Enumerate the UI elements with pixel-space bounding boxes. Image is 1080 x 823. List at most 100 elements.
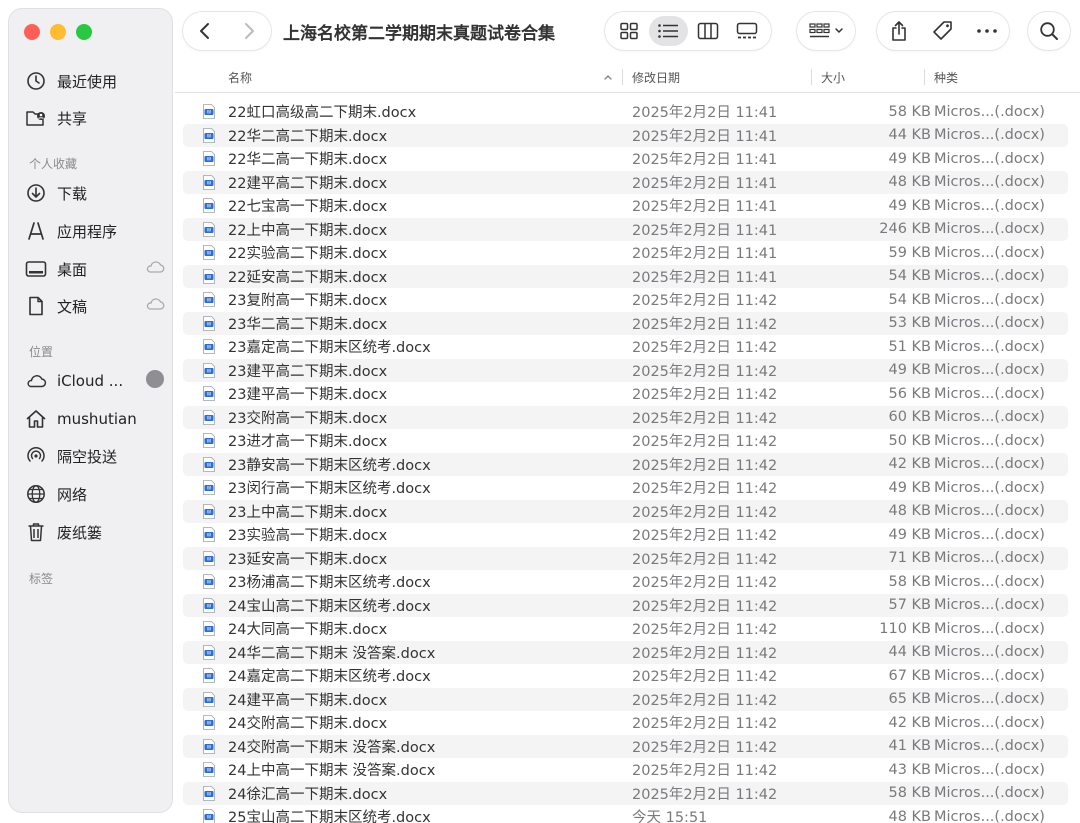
file-row[interactable]: W 24上中高一下期末 没答案.docx 2025年2月2日 11:42 43 KB M…: [183, 758, 1068, 782]
file-row[interactable]: W 22虹口高级高二下期末.docx 2025年2月2日 11:41 58 KB Mic…: [183, 100, 1068, 124]
svg-text:W: W: [207, 180, 212, 186]
file-row[interactable]: W 22建平高二下期末.docx 2025年2月2日 11:41 48 KB Micro…: [183, 170, 1068, 194]
file-name: 24交附高一下期末 没答案.docx: [228, 739, 436, 756]
sidebar-item-desktop[interactable]: 桌面: [25, 255, 165, 283]
file-row[interactable]: W 23建平高一下期末.docx 2025年2月2日 11:42 56 KB Micro…: [183, 382, 1068, 406]
file-row[interactable]: W 24交附高二下期末.docx 2025年2月2日 11:42 42 KB Micro…: [183, 711, 1068, 735]
back-button[interactable]: [183, 12, 227, 50]
close-window-button[interactable]: [24, 24, 40, 40]
file-row[interactable]: W 22延安高二下期末.docx 2025年2月2日 11:41 54 KB Micro…: [183, 264, 1068, 288]
list-view-button[interactable]: [648, 16, 688, 46]
cloud-icon: [145, 297, 165, 315]
file-row[interactable]: W 22七宝高一下期末.docx 2025年2月2日 11:41 49 KB Micro…: [183, 194, 1068, 218]
file-row[interactable]: W 23杨浦高二下期末区统考.docx 2025年2月2日 11:42 58 KB Mi…: [183, 570, 1068, 594]
icon-view-button[interactable]: [609, 16, 649, 46]
gallery-view-button[interactable]: [728, 16, 768, 46]
svg-text:W: W: [207, 439, 212, 445]
docx-file-icon: W: [203, 691, 215, 707]
file-kind: Micros...(.docx): [934, 573, 1045, 590]
file-kind: Micros...(.docx): [934, 315, 1045, 332]
file-size: 54 KB: [888, 291, 931, 308]
file-row[interactable]: W 23建平高二下期末.docx 2025年2月2日 11:42 49 KB Micro…: [183, 358, 1068, 382]
file-size: 71 KB: [888, 550, 931, 567]
sidebar-item-shared[interactable]: 共享: [25, 104, 165, 132]
svg-text:W: W: [207, 768, 212, 774]
file-kind: Micros...(.docx): [934, 550, 1045, 567]
column-date[interactable]: 修改日期: [632, 62, 680, 92]
sidebar-item-label: iCloud ...: [57, 372, 124, 390]
file-row[interactable]: W 23复附高一下期末.docx 2025年2月2日 11:42 54 KB Micro…: [183, 288, 1068, 312]
sidebar-item-downloads[interactable]: 下载: [25, 179, 165, 207]
minimize-window-button[interactable]: [50, 24, 66, 40]
column-divider[interactable]: [622, 69, 623, 85]
file-row[interactable]: W 23延安高一下期末.docx 2025年2月2日 11:42 71 KB Micro…: [183, 546, 1068, 570]
column-divider[interactable]: [811, 69, 812, 85]
sidebar-item-applications[interactable]: 应用程序: [25, 217, 165, 245]
file-row[interactable]: W 22上中高一下期末.docx 2025年2月2日 11:41 246 KB Micr…: [183, 217, 1068, 241]
file-row[interactable]: W 23交附高一下期末.docx 2025年2月2日 11:42 60 KB Micro…: [183, 405, 1068, 429]
file-date: 2025年2月2日 11:42: [632, 434, 778, 451]
column-divider[interactable]: [924, 69, 925, 85]
file-kind: Micros...(.docx): [934, 808, 1045, 823]
shared-folder-icon: [25, 107, 47, 129]
file-size: 49 KB: [888, 197, 931, 214]
docx-file-icon: W: [203, 597, 215, 613]
file-row[interactable]: W 24交附高一下期末 没答案.docx 2025年2月2日 11:42 41 KB M…: [183, 734, 1068, 758]
file-size: 41 KB: [888, 738, 931, 755]
sidebar-item-icloud[interactable]: iCloud ...: [25, 367, 165, 395]
file-name: 23嘉定高二下期末区统考.docx: [228, 340, 431, 357]
tags-button[interactable]: [923, 12, 963, 50]
file-kind: Micros...(.docx): [934, 785, 1045, 802]
group-by-button[interactable]: [797, 12, 855, 50]
file-row[interactable]: W 23进才高一下期末.docx 2025年2月2日 11:42 50 KB Micro…: [183, 429, 1068, 453]
file-row[interactable]: W 22实验高二下期末.docx 2025年2月2日 11:41 59 KB Micro…: [183, 241, 1068, 265]
file-row[interactable]: W 24徐汇高一下期末.docx 2025年2月2日 11:42 58 KB Micro…: [183, 781, 1068, 805]
file-date: 2025年2月2日 11:42: [632, 481, 778, 498]
sidebar-item-home[interactable]: mushutian: [25, 405, 165, 433]
svg-text:W: W: [207, 345, 212, 351]
svg-text:W: W: [207, 721, 212, 727]
file-date: 2025年2月2日 11:42: [632, 575, 778, 592]
file-row[interactable]: W 24建平高一下期末.docx 2025年2月2日 11:42 65 KB Micro…: [183, 687, 1068, 711]
file-row[interactable]: W 23嘉定高二下期末区统考.docx 2025年2月2日 11:42 51 KB Mi…: [183, 335, 1068, 359]
sidebar-item-recents[interactable]: 最近使用: [25, 67, 165, 95]
share-button[interactable]: [879, 12, 919, 50]
file-row[interactable]: W 22华二高二下期末.docx 2025年2月2日 11:41 44 KB Micro…: [183, 123, 1068, 147]
sidebar: 最近使用 共享 个人收藏 下载 应用程序 桌面 文稿 位置 iCloud ...…: [8, 8, 173, 813]
zoom-window-button[interactable]: [76, 24, 92, 40]
tag-icon: [933, 21, 952, 40]
sidebar-item-network[interactable]: 网络: [25, 480, 165, 508]
sidebar-item-airdrop[interactable]: 隔空投送: [25, 442, 165, 470]
file-size: 246 KB: [879, 221, 931, 238]
sidebar-item-label: 最近使用: [57, 72, 118, 91]
docx-file-icon: W: [203, 151, 215, 166]
file-row[interactable]: W 25宝山高二下期末区统考.docx 今天 15:51 48 KB Micros...…: [183, 805, 1068, 823]
file-row[interactable]: W 24宝山高二下期末区统考.docx 2025年2月2日 11:42 57 KB Mi…: [183, 593, 1068, 617]
column-name[interactable]: 名称: [228, 62, 252, 92]
sidebar-item-documents[interactable]: 文稿: [25, 292, 165, 320]
file-date: 2025年2月2日 11:42: [632, 551, 778, 568]
sidebar-item-trash[interactable]: 废纸篓: [25, 518, 165, 546]
column-view-button[interactable]: [688, 16, 728, 46]
file-row[interactable]: W 23上中高二下期末.docx 2025年2月2日 11:42 48 KB Micro…: [183, 499, 1068, 523]
file-row[interactable]: W 24华二高二下期末 没答案.docx 2025年2月2日 11:42 44 KB M…: [183, 640, 1068, 664]
file-row[interactable]: W 23静安高一下期末区统考.docx 2025年2月2日 11:42 42 KB Mi…: [183, 452, 1068, 476]
search-button[interactable]: [1028, 12, 1070, 50]
docx-file-icon: W: [203, 574, 215, 589]
file-row[interactable]: W 24嘉定高二下期末区统考.docx 2025年2月2日 11:42 67 KB Mi…: [183, 664, 1068, 688]
more-actions-button[interactable]: [967, 12, 1007, 50]
file-row[interactable]: W 23华二高二下期末.docx 2025年2月2日 11:42 53 KB Micro…: [183, 311, 1068, 335]
file-size: 44 KB: [888, 644, 931, 661]
docx-file-icon: W: [203, 503, 215, 519]
file-row[interactable]: W 24大同高一下期末.docx 2025年2月2日 11:42 110 KB Micr…: [183, 617, 1068, 641]
file-name: 22七宝高一下期末.docx: [228, 199, 388, 216]
forward-button[interactable]: [227, 12, 271, 50]
column-kind[interactable]: 种类: [934, 62, 958, 92]
file-kind: Micros...(.docx): [934, 691, 1045, 708]
file-row[interactable]: W 23闵行高一下期末区统考.docx 2025年2月2日 11:42 49 KB Mi…: [183, 476, 1068, 500]
file-row[interactable]: W 22华二高一下期末.docx 2025年2月2日 11:41 49 KB Micro…: [183, 147, 1068, 171]
file-row[interactable]: W 23实验高一下期末.docx 2025年2月2日 11:42 49 KB Micro…: [183, 523, 1068, 547]
column-size[interactable]: 大小: [821, 62, 845, 92]
file-kind: Micros...(.docx): [934, 620, 1045, 637]
svg-text:W: W: [207, 415, 212, 421]
